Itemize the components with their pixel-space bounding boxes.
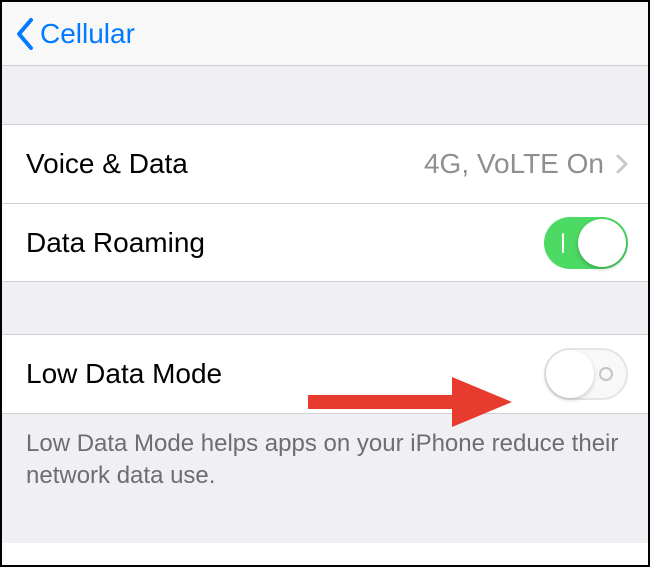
row-label: Voice & Data (26, 147, 188, 181)
toggle-knob (578, 219, 626, 267)
row-data-roaming: Data Roaming (2, 203, 648, 281)
row-voice-and-data[interactable]: Voice & Data 4G, VoLTE On (2, 125, 648, 203)
back-button[interactable]: Cellular (16, 18, 135, 50)
row-label: Low Data Mode (26, 357, 222, 391)
section-gap (2, 281, 648, 335)
chevron-left-icon (16, 18, 34, 50)
toggle-knob (546, 350, 594, 398)
toggle-off-indicator-icon (599, 367, 613, 381)
toggle-on-indicator-icon (562, 233, 564, 253)
row-low-data-mode: Low Data Mode (2, 335, 648, 413)
chevron-right-icon (616, 154, 628, 174)
row-label: Data Roaming (26, 226, 205, 260)
toggle-low-data-mode[interactable] (544, 348, 628, 400)
row-value: 4G, VoLTE On (424, 147, 604, 181)
section-footer: Low Data Mode helps apps on your iPhone … (2, 413, 648, 543)
navbar: Cellular (2, 2, 648, 66)
back-button-label: Cellular (40, 18, 135, 50)
section-footer-text: Low Data Mode helps apps on your iPhone … (26, 430, 618, 489)
section-gap (2, 66, 648, 125)
toggle-data-roaming[interactable] (544, 217, 628, 269)
